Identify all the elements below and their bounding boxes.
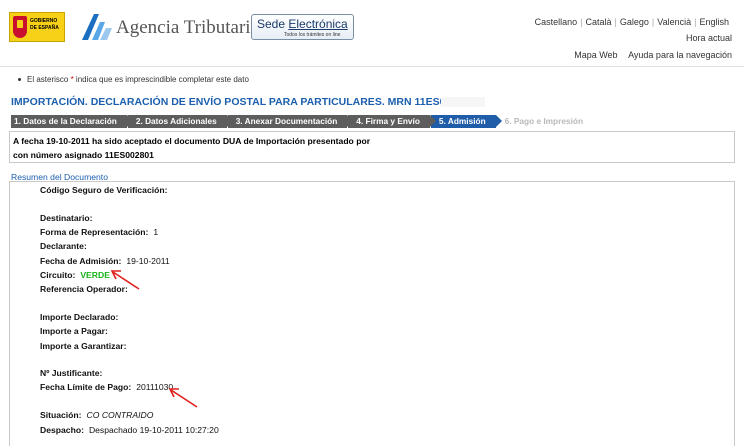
page-title: IMPORTACIÓN. DECLARACIÓN DE ENVÍO POSTAL… [11,96,475,108]
language-selector: Castellano | Català | Galego | Valencià | Englis… [532,17,732,27]
header-divider [0,66,744,67]
mapa-web-link[interactable]: Mapa Web [574,50,617,60]
agencia-tributaria-logo-icon[interactable] [80,10,114,42]
coat-of-arms-icon [13,16,27,38]
field-fecha-admision: Fecha de Admisión: 19-10-2011 [40,256,170,266]
acceptance-line-2: con número asignado 11ES002801 [13,150,154,160]
wizard-steps: 1. Datos de la Declaración 2. Datos Adic… [11,115,593,128]
top-links: Mapa Web Ayuda para la navegación [566,50,732,60]
step-firma-envio[interactable]: 4. Firma y Envío [348,115,436,128]
field-despacho: Despacho: Despachado 19-10-2011 10:27:20 [40,425,219,435]
required-notice: El asterisco * indica que es imprescindi… [27,75,249,84]
step-pago-impresion: 6. Pago e Impresión [504,116,584,126]
acceptance-message: A fecha 19-10-2011 ha sido aceptado el d… [9,131,735,163]
field-importe-pagar: Importe a Pagar: [40,326,108,336]
bullet-icon [18,78,21,81]
ayuda-navegacion-link[interactable]: Ayuda para la navegación [628,50,732,60]
field-situacion: Situación: CO CONTRAIDO [40,410,154,420]
step-anexar-documentacion[interactable]: 3. Anexar Documentación [227,115,353,128]
sede-title: Sede Electrónica [257,17,348,31]
field-importe-declarado: Importe Declarado: [40,312,119,322]
mrn-redaction [441,97,485,107]
annotation-arrow-circuito-icon [110,270,140,290]
lang-valencia[interactable]: Valencià [654,17,694,27]
sede-electronica-logo[interactable]: Sede Electrónica Todos los trámites on l… [251,14,354,40]
step-admision[interactable]: 5. Admisión [430,115,502,128]
hora-actual-link[interactable]: Hora actual [686,33,732,43]
field-forma-representacion: Forma de Representación: 1 [40,227,159,237]
field-declarante: Declarante: [40,241,87,251]
lang-castellano[interactable]: Castellano [532,17,581,27]
field-destinatario: Destinatario: [40,213,93,223]
field-importe-garantizar: Importe a Garantizar: [40,341,127,351]
step-datos-adicionales[interactable]: 2. Datos Adicionales [127,115,233,128]
step-datos-declaracion[interactable]: 1. Datos de la Declaración [11,115,133,128]
field-num-justificante: Nº Justificante: [40,368,103,378]
site-header: GOBIERNO DE ESPAÑA Agencia Tributaria Se… [0,0,744,70]
field-circuito: Circuito: VERDE [40,270,110,280]
agency-name[interactable]: Agencia Tributaria [116,17,259,39]
annotation-arrow-fecha-limite-icon [168,388,198,408]
sede-subtitle: Todos los trámites on line [284,32,341,38]
summary-panel: Código Seguro de Verificación: Destinata… [9,181,735,446]
field-codigo-verificacion: Código Seguro de Verificación: [40,185,168,195]
gobierno-espana-logo[interactable]: GOBIERNO DE ESPAÑA [9,12,65,42]
acceptance-line-1: A fecha 19-10-2011 ha sido aceptado el d… [13,136,371,146]
lang-english[interactable]: English [696,17,732,27]
field-fecha-limite-pago: Fecha Límite de Pago: 20111030 [40,382,174,392]
gobierno-text: GOBIERNO DE ESPAÑA [30,18,59,31]
lang-galego[interactable]: Galego [617,17,652,27]
lang-catala[interactable]: Català [583,17,615,27]
